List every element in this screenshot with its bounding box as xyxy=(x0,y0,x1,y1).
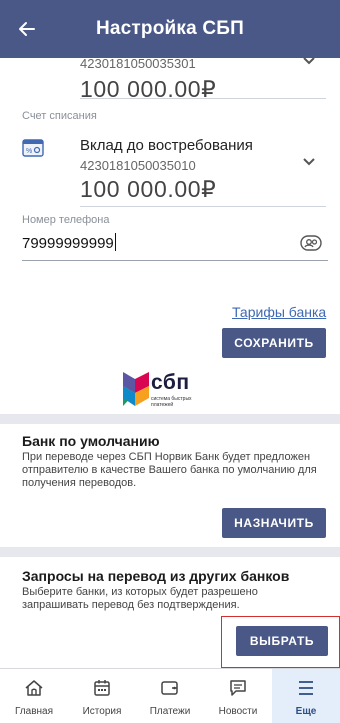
section-separator xyxy=(0,414,340,424)
choose-button[interactable]: ВЫБРАТЬ xyxy=(236,626,328,656)
sbp-logo-subtext: система быстрых платежей xyxy=(151,396,192,408)
debit-account-number: 4230181050035010 xyxy=(80,158,196,173)
tab-label: Еще xyxy=(295,706,317,717)
top-account-number: 4230181050035301 xyxy=(80,56,196,71)
default-bank-title: Банк по умолчанию xyxy=(22,433,160,449)
divider xyxy=(80,98,326,99)
text-caret xyxy=(114,233,116,251)
tab-label: Главная xyxy=(14,706,54,717)
tab-news[interactable]: Новости xyxy=(204,669,272,723)
phone-label: Номер телефона xyxy=(22,214,110,226)
tab-label: Платежи xyxy=(149,706,191,717)
tab-label: История xyxy=(82,706,122,717)
requests-title: Запросы на перевод из других банков xyxy=(22,568,290,584)
tab-home[interactable]: Главная xyxy=(0,669,68,723)
chat-icon xyxy=(230,680,246,696)
save-button[interactable]: СОХРАНИТЬ xyxy=(222,328,326,358)
assign-button[interactable]: НАЗНАЧИТЬ xyxy=(222,508,326,538)
debit-account-label: Счет списания xyxy=(22,110,97,122)
menu-icon xyxy=(299,681,313,695)
phone-value: 79999999999 xyxy=(22,235,114,252)
top-account-amount: 100 000.00₽ xyxy=(80,76,217,98)
calendar-icon xyxy=(94,680,110,696)
bottom-tab-bar: Главная История Платежи Новости Еще xyxy=(0,668,340,723)
default-bank-description: При переводе через СБП Норвик Банк будет… xyxy=(22,451,317,489)
wallet-icon: % xyxy=(22,139,44,157)
sbp-logo-mark-icon xyxy=(123,372,149,406)
divider xyxy=(80,206,326,207)
payment-icon xyxy=(161,681,178,695)
debit-account-amount: 100 000.00₽ xyxy=(80,176,217,202)
app-header: Настройка СБП xyxy=(0,0,340,58)
debit-account-title: Вклад до востребования xyxy=(80,137,253,154)
section-separator xyxy=(0,547,340,557)
arrow-left-icon[interactable] xyxy=(14,16,40,42)
tab-more[interactable]: Еще xyxy=(272,669,340,723)
tab-payments[interactable]: Платежи xyxy=(136,669,204,723)
tariffs-link[interactable]: Тарифы банка xyxy=(232,304,326,320)
tab-label: Новости xyxy=(218,706,258,717)
page-title: Настройка СБП xyxy=(95,18,245,39)
home-icon xyxy=(25,680,43,696)
tab-history[interactable]: История xyxy=(68,669,136,723)
phone-value-wrap: 79999999999 xyxy=(22,233,116,252)
divider xyxy=(22,260,328,261)
svg-text:%: % xyxy=(26,148,32,155)
chevron-down-icon[interactable] xyxy=(303,57,315,65)
contacts-icon[interactable] xyxy=(300,234,322,252)
chevron-down-icon[interactable] xyxy=(303,158,315,166)
sbp-logo-text: сбп xyxy=(151,371,190,394)
requests-description: Выберите банки, из которых будет разреше… xyxy=(22,586,258,611)
